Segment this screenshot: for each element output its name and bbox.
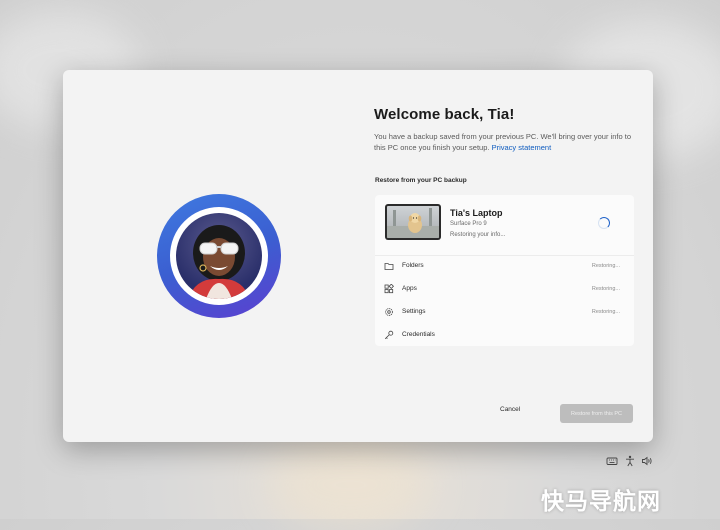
volume-icon[interactable] [641,455,653,467]
item-label: Folders [402,262,424,269]
setup-dialog: Welcome back, Tia! You have a backup sav… [63,70,653,442]
item-label: Apps [402,285,417,292]
gear-icon [385,308,393,316]
restore-item-settings: Settings Restoring... [375,301,634,324]
item-label: Credentials [402,331,435,338]
restore-item-credentials: Credentials [375,324,634,347]
device-model: Surface Pro 9 [450,221,487,227]
apps-icon [384,284,394,294]
item-status: Restoring... [591,309,620,315]
watermark: 快马导航网 [541,489,661,515]
privacy-statement-link[interactable]: Privacy statement [492,143,552,152]
user-avatar [157,194,281,318]
device-name: Tia's Laptop [450,208,503,218]
keyboard-icon[interactable] [606,455,618,467]
restore-item-apps: Apps Restoring... [375,278,634,301]
section-label: Restore from your PC backup [375,177,467,184]
progress-spinner [598,217,610,229]
page-title: Welcome back, Tia! [374,106,515,123]
device-row: Tia's Laptop Surface Pro 9 Restoring you… [375,195,634,256]
cancel-button[interactable]: Cancel [500,406,520,413]
user-photo [176,213,262,299]
restore-button[interactable]: Restore from this PC [560,404,633,423]
device-status: Restoring your info... [450,232,506,238]
item-label: Settings [402,308,426,315]
device-thumbnail [385,204,441,240]
description: You have a backup saved from your previo… [374,131,634,153]
item-status: Restoring... [591,263,620,269]
backup-card: Tia's Laptop Surface Pro 9 Restoring you… [375,195,634,346]
key-icon [384,330,394,340]
accessibility-icon[interactable] [624,455,636,467]
restore-item-folders: Folders Restoring... [375,255,634,278]
folder-icon [384,263,394,270]
item-status: Restoring... [591,286,620,292]
background-blur [270,440,430,530]
